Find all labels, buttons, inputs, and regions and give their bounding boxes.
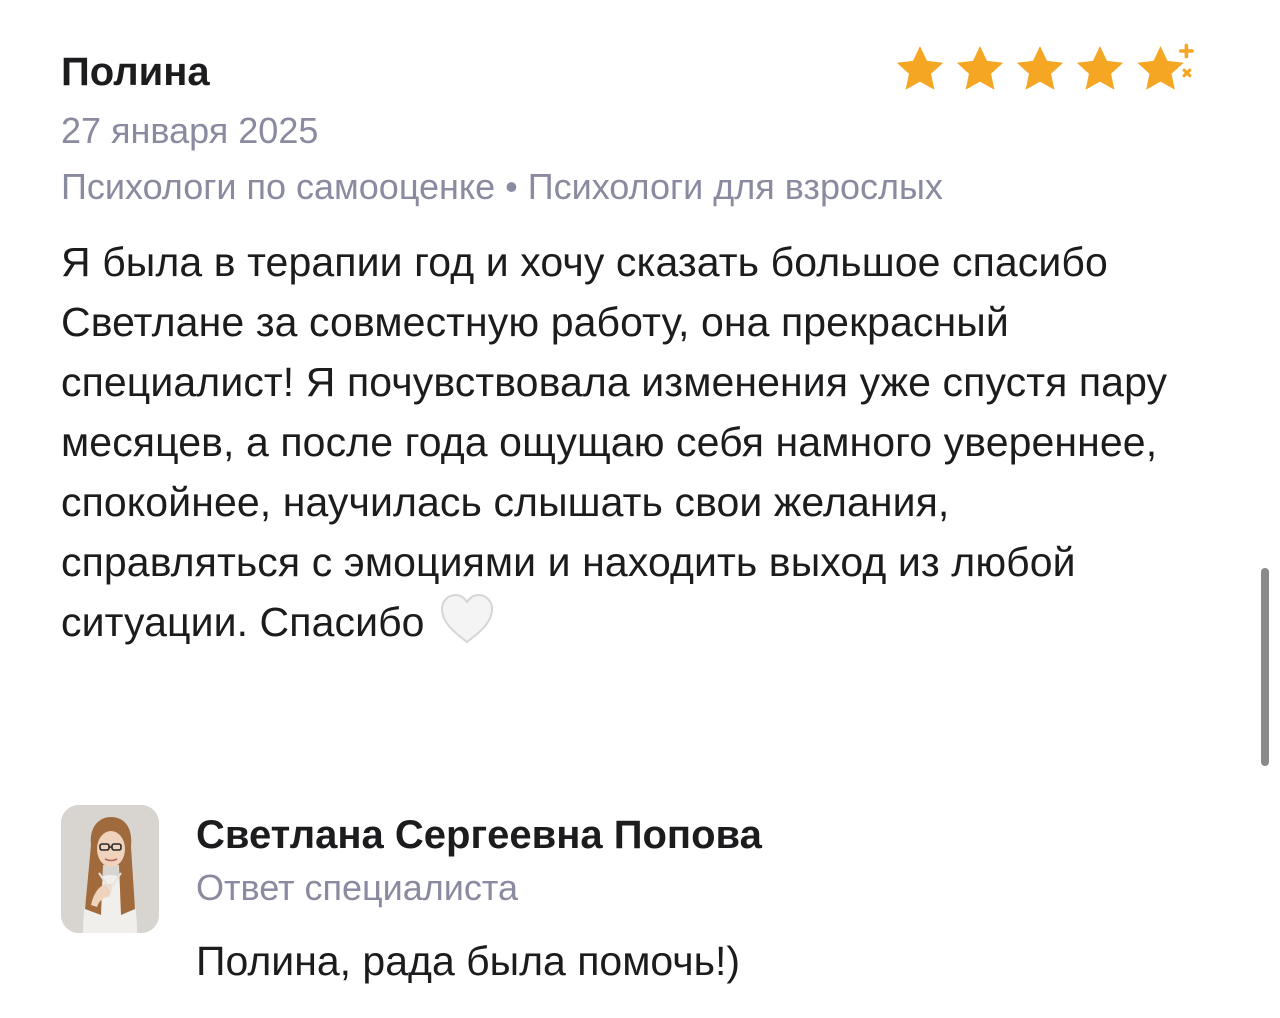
review-card: Полина 27 января 2025 Психологи по самоо…	[61, 43, 1211, 645]
white-heart-icon	[439, 592, 495, 662]
review-date: 27 января 2025	[61, 110, 319, 151]
reply-text: Полина, рада была помочь!)	[196, 938, 741, 984]
star-full-icon	[953, 42, 1007, 96]
star-full-icon	[1073, 42, 1127, 96]
avatar[interactable]	[61, 805, 159, 933]
tag-self-esteem[interactable]: Психологи по самооценке	[61, 166, 495, 207]
review-tags: Психологи по самооценке • Психологи для вз…	[61, 164, 943, 210]
tag-separator: •	[505, 166, 518, 207]
specialist-role: Ответ специалиста	[196, 867, 519, 908]
star-half-sparkle-icon	[1133, 42, 1197, 96]
scrollbar[interactable]	[1261, 568, 1269, 766]
tag-adults[interactable]: Психологи для взрослых	[528, 166, 943, 207]
specialist-reply: Светлана Сергеевна Попова Ответ специали…	[61, 805, 1211, 1005]
specialist-name[interactable]: Светлана Сергеевна Попова	[196, 809, 762, 861]
star-full-icon	[893, 42, 947, 96]
review-text-content: Я была в терапии год и хочу сказать боль…	[61, 239, 1168, 645]
review-text: Я была в терапии год и хочу сказать боль…	[61, 232, 1191, 662]
rating-stars	[893, 42, 1197, 96]
star-full-icon	[1013, 42, 1067, 96]
